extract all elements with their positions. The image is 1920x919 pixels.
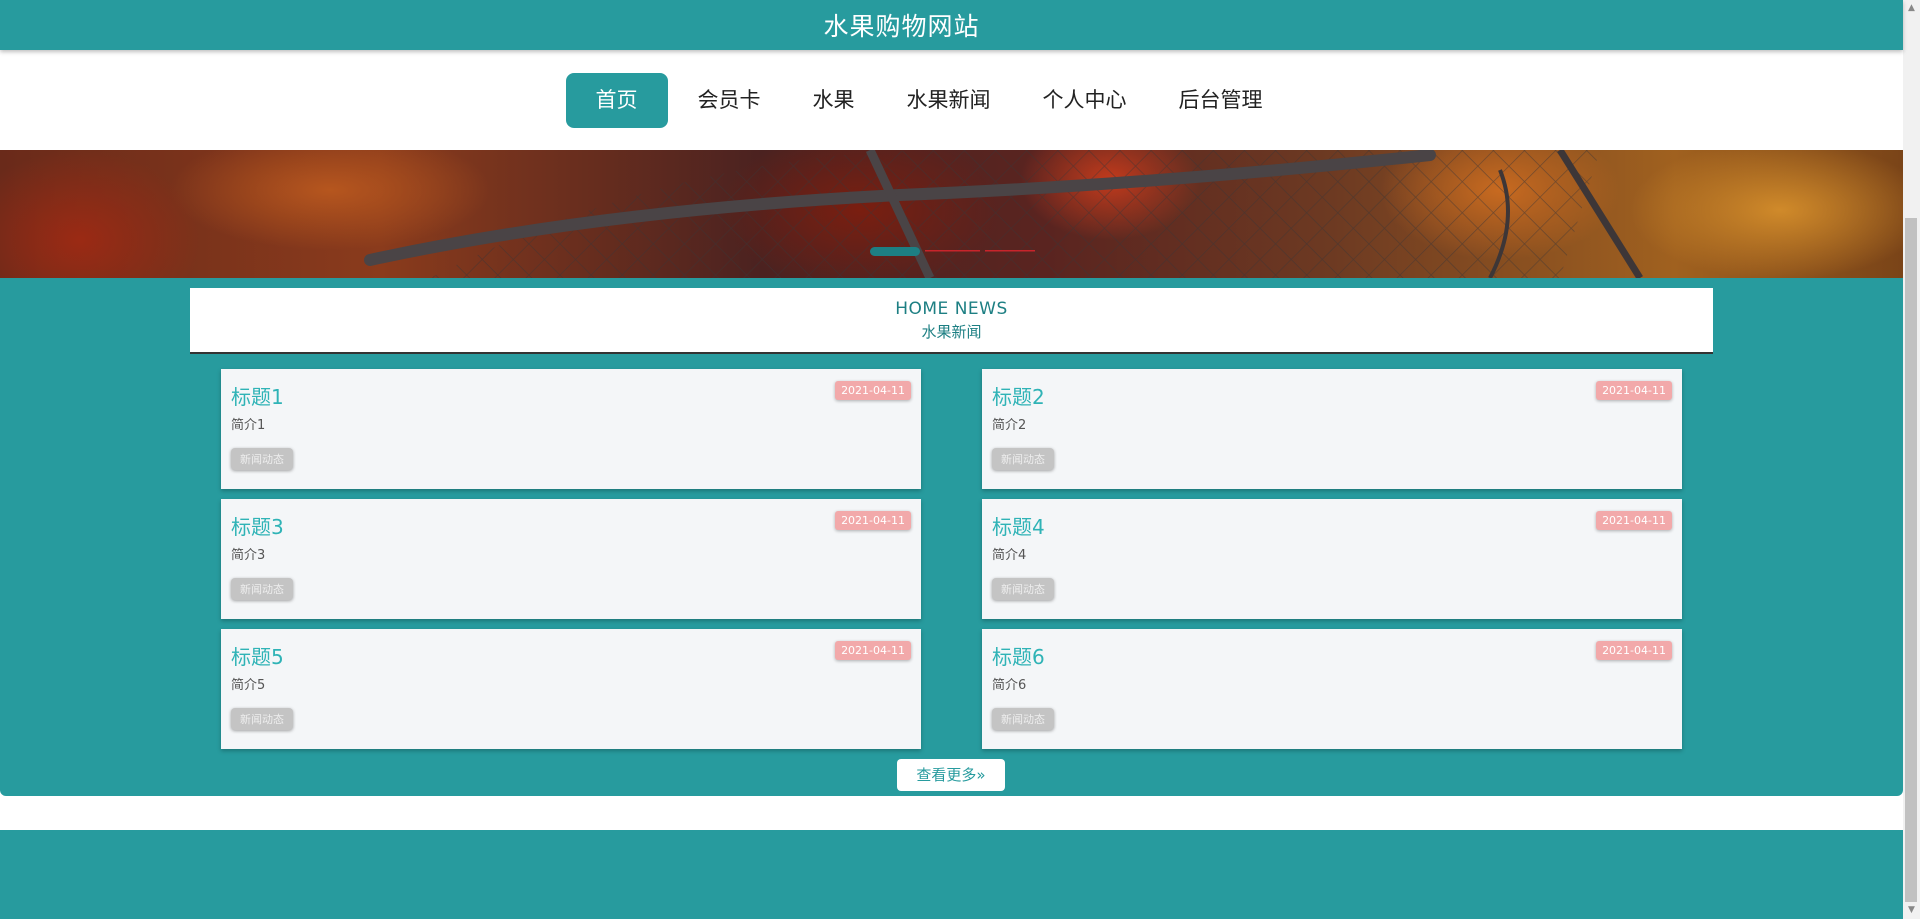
news-section: HOME NEWS 水果新闻 标题1 简介1 2021-04-11 新闻动态 标… [0,278,1903,796]
news-card-tag: 新闻动态 [231,448,293,470]
news-card-tag: 新闻动态 [992,448,1054,470]
news-card-title[interactable]: 标题6 [992,641,1045,670]
nav-item-home[interactable]: 首页 [565,72,668,128]
news-card-date: 2021-04-11 [835,381,911,400]
news-card-intro: 简介2 [992,418,1027,433]
news-card-tag: 新闻动态 [992,708,1054,730]
nav-item-admin[interactable]: 后台管理 [1149,73,1293,128]
nav-item-personal-center[interactable]: 个人中心 [1013,73,1157,128]
news-card[interactable]: 标题4 简介4 2021-04-11 新闻动态 [982,499,1682,619]
news-card-title[interactable]: 标题2 [992,381,1045,410]
news-card-date: 2021-04-11 [1596,641,1672,660]
news-card-date: 2021-04-11 [1596,381,1672,400]
view-more-button[interactable]: 查看更多» [897,759,1005,791]
main-nav: 首页 会员卡 水果 水果新闻 个人中心 后台管理 [0,50,1903,150]
top-header: 水果购物网站 [0,0,1903,50]
news-card-title[interactable]: 标题4 [992,511,1045,540]
news-card-intro: 简介4 [992,548,1027,563]
news-card-tag: 新闻动态 [992,578,1054,600]
scroll-down-icon[interactable]: ▼ [1903,902,1920,919]
vertical-scrollbar[interactable]: ▲ ▼ [1903,0,1920,919]
site-title: 水果购物网站 [823,12,980,41]
news-title-en: HOME NEWS [895,299,1008,319]
nav-item-fruit[interactable]: 水果 [783,73,885,128]
news-card-intro: 简介6 [992,678,1027,693]
news-card-date: 2021-04-11 [835,641,911,660]
news-card-intro: 简介3 [231,548,266,563]
news-title-cn: 水果新闻 [921,323,982,341]
news-card-intro: 简介5 [231,678,266,693]
news-section-header: HOME NEWS 水果新闻 [190,288,1713,354]
news-card-title[interactable]: 标题1 [231,381,284,410]
carousel-dot-1[interactable] [870,247,920,256]
nav-item-member-card[interactable]: 会员卡 [668,73,791,128]
news-card[interactable]: 标题3 简介3 2021-04-11 新闻动态 [221,499,921,619]
scrollbar-thumb[interactable] [1905,218,1917,902]
nav-list: 首页 会员卡 水果 水果新闻 个人中心 后台管理 [565,72,1289,128]
banner-carousel[interactable] [0,150,1903,278]
news-card[interactable]: 标题2 简介2 2021-04-11 新闻动态 [982,369,1682,489]
carousel-dot-2[interactable] [925,250,980,252]
footer [0,830,1903,919]
news-card[interactable]: 标题1 简介1 2021-04-11 新闻动态 [221,369,921,489]
banner-image [364,150,1643,278]
news-card[interactable]: 标题5 简介5 2021-04-11 新闻动态 [221,629,921,749]
news-card-title[interactable]: 标题5 [231,641,284,670]
news-card-title[interactable]: 标题3 [231,511,284,540]
nav-item-fruit-news[interactable]: 水果新闻 [877,73,1021,128]
scroll-up-icon[interactable]: ▲ [1903,0,1920,17]
view-more-label: 查看更多 [916,766,977,784]
news-card-date: 2021-04-11 [1596,511,1672,530]
double-chevron-right-icon: » [976,766,986,784]
carousel-dot-3[interactable] [985,250,1035,252]
news-card-intro: 简介1 [231,418,266,433]
news-card-date: 2021-04-11 [835,511,911,530]
news-card-tag: 新闻动态 [231,708,293,730]
news-card-tag: 新闻动态 [231,578,293,600]
page: 水果购物网站 首页 会员卡 水果 水果新闻 个人中心 后台管理 HOME NEW… [0,0,1903,919]
news-card[interactable]: 标题6 简介6 2021-04-11 新闻动态 [982,629,1682,749]
